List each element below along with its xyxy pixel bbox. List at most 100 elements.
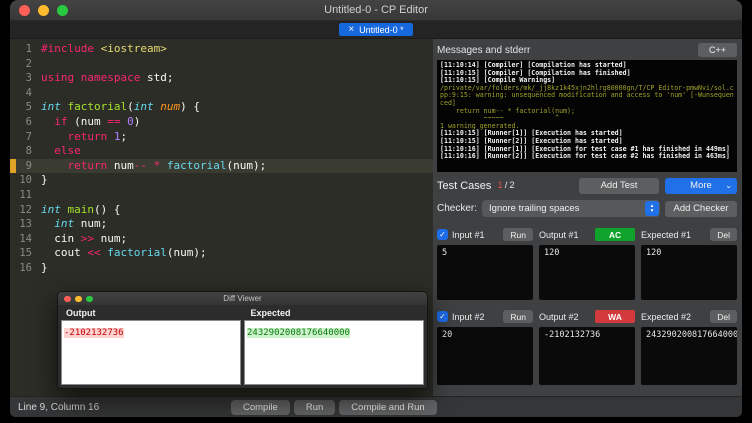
more-label: More xyxy=(690,180,712,191)
line-number: 12 xyxy=(19,203,32,216)
expected-2-box[interactable]: 2432902008176640000 xyxy=(641,327,737,385)
code-line[interactable]: 1 #include <iostream> xyxy=(10,42,433,57)
line-number: 15 xyxy=(19,247,32,260)
diff-expected-value: 2432902008176640000 xyxy=(247,328,350,338)
expected-1-box[interactable]: 120 xyxy=(641,245,737,300)
test-cases-header: Test Cases 1/2 Add Test More ⌄ xyxy=(437,177,737,194)
diff-viewer-window: Diff Viewer Output Expected -2102132736 … xyxy=(57,291,428,389)
testcase-1-checkbox[interactable]: ✓ xyxy=(437,229,448,240)
run-1-button[interactable]: Run xyxy=(503,228,533,241)
input-1-label: Input #1 xyxy=(452,229,485,240)
line-number: 7 xyxy=(25,130,32,143)
code-line[interactable]: 13 int num; xyxy=(10,217,433,232)
line-number: 13 xyxy=(19,218,32,231)
code-text: else xyxy=(54,144,81,158)
code-line[interactable]: 16} xyxy=(10,261,433,276)
diff-expected-pane[interactable]: 2432902008176640000 xyxy=(244,320,424,385)
code-line[interactable]: 2 xyxy=(10,57,433,72)
tab-untitled[interactable]: × Untitled-0 * xyxy=(339,23,413,36)
verdict-1-badge: AC xyxy=(595,228,635,241)
testcase-1-boxes: 5 120 120 xyxy=(437,245,737,300)
code-line[interactable]: 10} xyxy=(10,173,433,188)
code-line[interactable]: 4 xyxy=(10,86,433,101)
code-line[interactable]: 7 return 1; xyxy=(10,130,433,145)
testcase-2-boxes: 20 -2102132736 2432902008176640000 xyxy=(437,327,737,385)
status-bar: Line 9, Column 16 Compile Run Compile an… xyxy=(10,396,742,417)
code-line[interactable]: 8 else xyxy=(10,144,433,159)
traffic-lights xyxy=(19,5,68,16)
diff-panes: -2102132736 2432902008176640000 xyxy=(58,320,427,388)
line-number: 3 xyxy=(25,72,32,85)
line-number: 2 xyxy=(25,57,32,70)
diff-headers: Output Expected xyxy=(58,305,427,320)
diff-expected-header: Expected xyxy=(250,307,291,318)
diff-minimize-button[interactable] xyxy=(75,295,82,302)
code-line[interactable]: 12 int main() { xyxy=(10,203,433,218)
code-line[interactable]: 3 using namespace std; xyxy=(10,71,433,86)
code-text: cin >> num; xyxy=(41,231,128,245)
testcase-2-checkbox[interactable]: ✓ xyxy=(437,311,448,322)
run-button[interactable]: Run xyxy=(293,400,336,415)
input-2-box[interactable]: 20 xyxy=(437,327,533,385)
total-count: 2 xyxy=(509,180,515,191)
add-checker-button[interactable]: Add Checker xyxy=(665,200,737,217)
diff-close-button[interactable] xyxy=(64,295,71,302)
code-text: if (num == 0) xyxy=(54,114,141,128)
more-button[interactable]: More ⌄ xyxy=(665,177,737,194)
close-window-button[interactable] xyxy=(19,5,30,16)
code-text: int main() { xyxy=(41,202,121,216)
checker-row: Checker: Ignore trailing spaces ▴ ▾ Add C… xyxy=(437,200,737,217)
test-cases-count: 1/2 xyxy=(497,180,514,191)
output-2-label: Output #2 xyxy=(539,311,579,322)
testcase-1-header: ✓ Input #1 Run Output #1 AC Expected #1 … xyxy=(437,228,737,241)
status-buttons: Compile Run Compile and Run xyxy=(231,400,437,415)
code-line[interactable]: 9 return num-- * factorial(num); xyxy=(10,158,433,174)
console-line: /private/var/folders/mk/_jj8kz1k45xjn2hl… xyxy=(440,83,734,107)
line-number: 16 xyxy=(19,261,32,274)
code-line[interactable]: 6 if (num == 0) xyxy=(10,115,433,130)
code-line[interactable]: 11 xyxy=(10,188,433,203)
window-title: Untitled-0 - CP Editor xyxy=(324,4,428,16)
right-panel: Messages and stderr C++ [11:10:14] [Comp… xyxy=(433,39,742,396)
output-1-label: Output #1 xyxy=(539,229,579,240)
diff-output-header: Output xyxy=(66,307,96,318)
chevron-down-icon: ⌄ xyxy=(725,180,732,190)
diff-titlebar[interactable]: Diff Viewer xyxy=(58,292,427,305)
run-2-button[interactable]: Run xyxy=(503,310,533,323)
diff-zoom-button[interactable] xyxy=(86,295,93,302)
code-text: using namespace std; xyxy=(41,71,174,85)
compile-and-run-button[interactable]: Compile and Run xyxy=(339,400,437,415)
del-2-button[interactable]: Del xyxy=(710,310,737,323)
code-line[interactable]: 14 cin >> num; xyxy=(10,232,433,247)
code-line[interactable]: 15 cout << factorial(num); xyxy=(10,246,433,261)
diff-output-value: -2102132736 xyxy=(64,328,124,338)
output-1-box[interactable]: 120 xyxy=(539,245,635,300)
code-text: } xyxy=(41,173,48,187)
code-text: int factorial(int num) { xyxy=(41,100,200,114)
titlebar: Untitled-0 - CP Editor xyxy=(10,0,742,21)
verdict-2-badge: WA xyxy=(595,310,635,323)
line-number: 8 xyxy=(25,145,32,158)
add-test-button[interactable]: Add Test xyxy=(579,177,659,194)
line-number: 11 xyxy=(19,188,32,201)
diff-traffic-lights xyxy=(64,295,93,302)
diff-output-pane[interactable]: -2102132736 xyxy=(61,320,241,385)
tab-close-icon[interactable]: × xyxy=(348,24,354,35)
zoom-window-button[interactable] xyxy=(57,5,68,16)
diff-title: Diff Viewer xyxy=(223,294,262,303)
output-2-box[interactable]: -2102132736 xyxy=(539,327,635,385)
input-1-box[interactable]: 5 xyxy=(437,245,533,300)
console-output[interactable]: [11:10:14] [Compiler] [Compilation has s… xyxy=(437,60,737,172)
code-text: int num; xyxy=(54,217,108,231)
line-number: 6 xyxy=(25,115,32,128)
checker-select[interactable]: Ignore trailing spaces ▴ ▾ xyxy=(482,200,660,217)
code-line[interactable]: 5 int factorial(int num) { xyxy=(10,100,433,115)
line-number: 4 xyxy=(25,86,32,99)
compile-button[interactable]: Compile xyxy=(231,400,290,415)
minimize-window-button[interactable] xyxy=(38,5,49,16)
del-1-button[interactable]: Del xyxy=(710,228,737,241)
code-text: } xyxy=(41,260,48,274)
tab-bar: × Untitled-0 * xyxy=(10,21,742,39)
language-button[interactable]: C++ xyxy=(697,43,737,57)
app-window: Untitled-0 - CP Editor × Untitled-0 * 1 #… xyxy=(10,0,742,417)
